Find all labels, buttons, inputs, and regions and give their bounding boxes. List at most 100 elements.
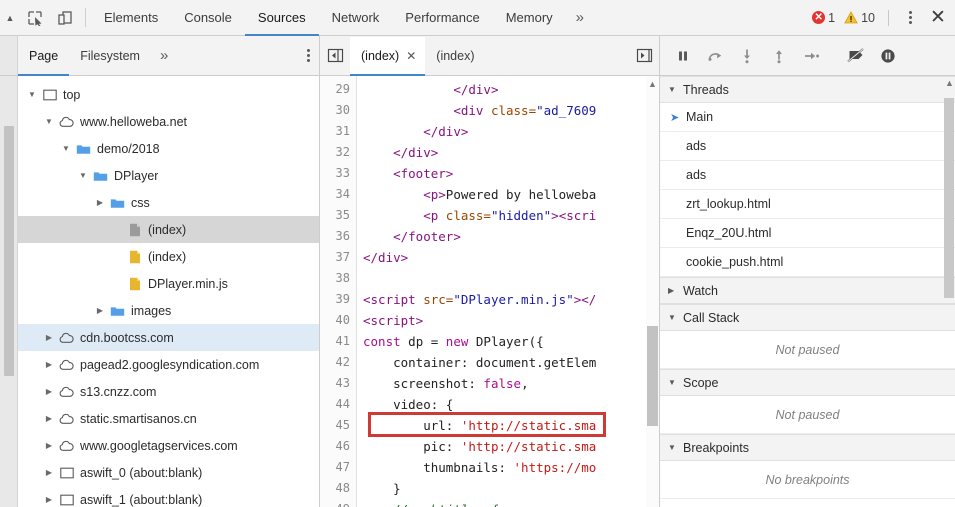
step-over-icon[interactable]: [700, 41, 730, 71]
line-number[interactable]: 48: [320, 478, 356, 499]
thread-row[interactable]: zrt_lookup.html: [660, 190, 955, 219]
chevron-down-icon[interactable]: ▼: [668, 85, 677, 94]
line-number[interactable]: 44: [320, 394, 356, 415]
tab-elements[interactable]: Elements: [91, 1, 171, 36]
chevron-right-icon[interactable]: ▶: [41, 468, 57, 477]
code-line[interactable]: <p>Powered by helloweba: [357, 184, 659, 205]
line-number[interactable]: 35: [320, 205, 356, 226]
show-navigator-icon[interactable]: [320, 36, 350, 75]
close-icon[interactable]: ✕: [921, 0, 955, 35]
code-line[interactable]: }: [357, 478, 659, 499]
line-number[interactable]: 37: [320, 247, 356, 268]
code-line[interactable]: video: {: [357, 394, 659, 415]
chevron-down-icon[interactable]: ▼: [668, 313, 677, 322]
navigator-kebab-menu-icon[interactable]: [297, 36, 319, 75]
tree-item[interactable]: ▶ cdn.bootcss.com: [18, 324, 319, 351]
device-toolbar-icon[interactable]: [50, 0, 80, 35]
code-line[interactable]: <script>: [357, 310, 659, 331]
tab-network[interactable]: Network: [319, 1, 393, 36]
tree-item[interactable]: ▶ pagead2.googlesyndication.com: [18, 351, 319, 378]
chevron-down-icon[interactable]: ▼: [41, 117, 57, 126]
kebab-menu-icon[interactable]: [899, 0, 921, 35]
chevron-right-icon[interactable]: ▶: [41, 360, 57, 369]
pause-script-icon[interactable]: [668, 41, 698, 71]
debugger-section-header[interactable]: ▼ Breakpoints: [660, 434, 955, 461]
code-line[interactable]: </div>: [357, 79, 659, 100]
tree-item[interactable]: DPlayer.min.js: [18, 270, 319, 297]
code-line[interactable]: [357, 268, 659, 289]
chevron-right-icon[interactable]: ▶: [41, 333, 57, 342]
line-number[interactable]: 46: [320, 436, 356, 457]
code-line[interactable]: url: 'http://static.sma: [357, 415, 659, 436]
editor-scrollbar[interactable]: ▲: [646, 76, 659, 507]
line-number[interactable]: 42: [320, 352, 356, 373]
debugger-scrollbar[interactable]: ▲: [943, 76, 955, 507]
tab-memory[interactable]: Memory: [493, 1, 566, 36]
code-line[interactable]: </div>: [357, 142, 659, 163]
inspect-element-icon[interactable]: [20, 0, 50, 35]
pause-on-exceptions-icon[interactable]: [873, 41, 903, 71]
line-number[interactable]: 38: [320, 268, 356, 289]
chevron-right-icon[interactable]: ▶: [41, 441, 57, 450]
show-debugger-icon[interactable]: [629, 36, 659, 75]
tree-item[interactable]: ▶ www.googletagservices.com: [18, 432, 319, 459]
editor-tab-index-1[interactable]: (index) ✕: [350, 37, 426, 76]
close-icon[interactable]: ✕: [406, 49, 416, 63]
debugger-section-header[interactable]: ▼ Threads: [660, 76, 955, 103]
nav-tab-filesystem[interactable]: Filesystem: [69, 37, 151, 76]
chevron-right-icon[interactable]: ▶: [41, 387, 57, 396]
line-number[interactable]: 43: [320, 373, 356, 394]
chevron-down-icon[interactable]: ▼: [668, 443, 677, 452]
code-content[interactable]: </div> <div class="ad_7609 </div> </div>…: [357, 76, 659, 507]
tree-item[interactable]: ▼ top: [18, 81, 319, 108]
debugger-section-header[interactable]: ▶ Watch: [660, 277, 955, 304]
tree-item[interactable]: ▶ aswift_1 (about:blank): [18, 486, 319, 507]
deactivate-breakpoints-icon[interactable]: [841, 41, 871, 71]
code-line[interactable]: <footer>: [357, 163, 659, 184]
code-line[interactable]: <script src="DPlayer.min.js"></: [357, 289, 659, 310]
tab-performance[interactable]: Performance: [392, 1, 492, 36]
tree-item[interactable]: ▶ s13.cnzz.com: [18, 378, 319, 405]
line-number[interactable]: 34: [320, 184, 356, 205]
line-number[interactable]: 32: [320, 142, 356, 163]
editor-scroll-up-icon[interactable]: ▲: [648, 79, 657, 89]
debugger-scroll-up-icon[interactable]: ▲: [945, 78, 954, 88]
code-line[interactable]: // subtitle: {: [357, 499, 659, 507]
code-line[interactable]: container: document.getElem: [357, 352, 659, 373]
code-line[interactable]: </div>: [357, 247, 659, 268]
code-line[interactable]: pic: 'http://static.sma: [357, 436, 659, 457]
line-number[interactable]: 31: [320, 121, 356, 142]
tree-item[interactable]: ▼ DPlayer: [18, 162, 319, 189]
editor-scrollbar-thumb[interactable]: [647, 326, 658, 426]
tree-item[interactable]: (index): [18, 243, 319, 270]
chevron-right-icon[interactable]: ▶: [92, 306, 108, 315]
line-number[interactable]: 41: [320, 331, 356, 352]
line-number[interactable]: 45: [320, 415, 356, 436]
thread-row[interactable]: ads: [660, 161, 955, 190]
code-line[interactable]: <p class="hidden"><scri: [357, 205, 659, 226]
line-number[interactable]: 49: [320, 499, 356, 507]
nav-more-tabs-button[interactable]: »: [151, 37, 177, 76]
thread-row[interactable]: Enqz_20U.html: [660, 219, 955, 248]
thread-row[interactable]: ➤ Main: [660, 103, 955, 132]
chevron-right-icon[interactable]: ▶: [92, 198, 108, 207]
code-line[interactable]: thumbnails: 'https://mo: [357, 457, 659, 478]
more-tabs-button[interactable]: »: [566, 1, 594, 36]
nav-tab-page[interactable]: Page: [18, 37, 70, 76]
navigator-scrollbar[interactable]: [0, 76, 18, 507]
line-number[interactable]: 40: [320, 310, 356, 331]
editor-tab-index-2[interactable]: (index): [425, 37, 483, 76]
line-number[interactable]: 39: [320, 289, 356, 310]
tab-sources[interactable]: Sources: [244, 1, 319, 36]
code-line[interactable]: </div>: [357, 121, 659, 142]
step-out-icon[interactable]: [764, 41, 794, 71]
chevron-down-icon[interactable]: ▼: [75, 171, 91, 180]
thread-row[interactable]: cookie_push.html: [660, 248, 955, 277]
chevron-down-icon[interactable]: ▼: [58, 144, 74, 153]
tree-item[interactable]: ▼ www.helloweba.net: [18, 108, 319, 135]
thread-row[interactable]: ads: [660, 132, 955, 161]
chevron-down-icon[interactable]: ▼: [24, 90, 40, 99]
issue-counters[interactable]: ✕ 1 10: [812, 0, 899, 35]
navigator-scrollbar-thumb[interactable]: [4, 126, 14, 376]
tree-item[interactable]: ▶ static.smartisanos.cn: [18, 405, 319, 432]
